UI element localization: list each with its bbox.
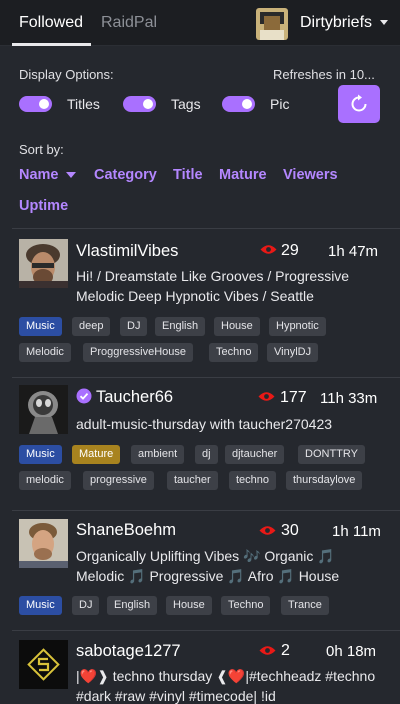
stream-tag[interactable]: thursdaylove [286,471,363,490]
stream-tag[interactable]: dj [195,445,218,464]
viewers-eye-icon [259,526,276,535]
stream-title: Organically Uplifting Vibes 🎶 Organic 🎵 … [76,548,340,584]
titles-toggle[interactable] [19,96,52,112]
stream-avatar [19,239,68,288]
sort-viewers[interactable]: Viewers [283,167,338,183]
stream-card[interactable]: ShaneBoehm 30 1h 11m Organically Uplifti… [0,519,400,619]
stream-title: adult-music-thursday with taucher270423 [76,416,333,432]
stream-name[interactable]: sabotage1277 [76,642,181,661]
sort-direction-icon [66,172,76,178]
stream-uptime: 1h 11m [332,523,381,540]
viewers-eye-icon [258,392,275,401]
stream-uptime: 11h 33m [320,390,378,407]
top-bar: Followed RaidPal Dirtybriefs [0,0,400,46]
tab-followed[interactable]: Followed [19,14,83,32]
stream-tag[interactable]: English [107,596,158,615]
divider [12,630,400,631]
stream-tag[interactable]: Techno [221,596,271,615]
stream-tag[interactable]: DJ [72,596,100,615]
stream-name[interactable]: VlastimilVibes [76,242,178,261]
category-tag[interactable]: Music [19,317,62,336]
stream-tag[interactable]: English [155,317,206,336]
stream-name[interactable]: Taucher66 [96,388,173,407]
stream-uptime: 1h 47m [328,243,379,260]
stream-avatar [19,519,68,568]
stream-tag[interactable]: Techno [209,343,259,362]
stream-tag[interactable]: techno [229,471,277,490]
viewer-count: 29 [281,242,299,259]
stream-name[interactable]: ShaneBoehm [76,521,176,540]
category-tag[interactable]: Music [19,445,62,464]
sort-label: Sort by: [19,142,64,157]
titles-toggle-label: Titles [67,96,100,112]
sort-name[interactable]: Name [19,167,59,183]
stream-tag[interactable]: taucher [167,471,218,490]
stream-tag[interactable]: House [214,317,260,336]
user-avatar[interactable] [256,8,288,40]
active-tab-indicator [12,43,91,46]
user-menu-name[interactable]: Dirtybriefs [300,14,372,32]
viewers-eye-icon [260,245,277,254]
stream-tag[interactable]: progressive [83,471,154,490]
category-tag[interactable]: Music [19,596,62,615]
stream-tag[interactable]: DJ [120,317,148,336]
stream-tag[interactable]: Hypnotic [269,317,326,336]
stream-avatar [19,640,68,689]
viewer-count: 30 [281,522,299,539]
stream-tag[interactable]: DONTTRY [298,445,365,464]
viewer-count: 2 [281,642,290,659]
divider [12,377,400,378]
mature-tag[interactable]: Mature [72,445,121,464]
chevron-down-icon[interactable] [380,20,388,25]
stream-card[interactable]: sabotage1277 2 0h 18m |❤️❱ techno thursd… [0,640,400,704]
stream-tag[interactable]: deep [72,317,111,336]
sort-title[interactable]: Title [173,167,203,183]
sort-uptime[interactable]: Uptime [19,198,68,214]
stream-avatar [19,385,68,434]
stream-tag[interactable]: Trance [281,596,329,615]
stream-card[interactable]: Taucher66 177 11h 33m adult-music-thursd… [0,385,400,501]
sort-category[interactable]: Category [94,167,157,183]
stream-card[interactable]: VlastimilVibes 29 1h 47m Hi! / Dreamstat… [0,236,400,372]
display-options-label: Display Options: [19,67,114,82]
viewers-eye-icon [259,646,276,655]
refresh-countdown: Refreshes in 10... [273,67,375,82]
stream-tag[interactable]: Melodic [19,343,71,362]
divider [12,228,400,229]
stream-tag[interactable]: ambient [131,445,185,464]
refresh-icon [351,94,367,112]
stream-tag[interactable]: ProggressiveHouse [83,343,193,362]
pic-toggle[interactable] [222,96,255,112]
stream-tag[interactable]: melodic [19,471,71,490]
refresh-button[interactable] [338,85,380,123]
stream-title: |❤️❱ techno thursday ❰❤️|#techheadz #tec… [76,668,376,704]
tags-toggle-label: Tags [171,96,201,112]
viewer-count: 177 [280,389,307,406]
stream-tag[interactable]: House [166,596,212,615]
sort-mature[interactable]: Mature [219,167,267,183]
tags-toggle[interactable] [123,96,156,112]
stream-tag[interactable]: VinylDJ [267,343,319,362]
verified-icon [76,388,92,404]
pic-toggle-label: Pic [270,96,290,112]
divider [12,510,400,511]
stream-uptime: 0h 18m [326,643,377,660]
stream-tag[interactable]: djtaucher [225,445,285,464]
tab-raidpal[interactable]: RaidPal [101,14,157,32]
stream-title: Hi! / Dreamstate Like Grooves / Progress… [76,268,350,304]
